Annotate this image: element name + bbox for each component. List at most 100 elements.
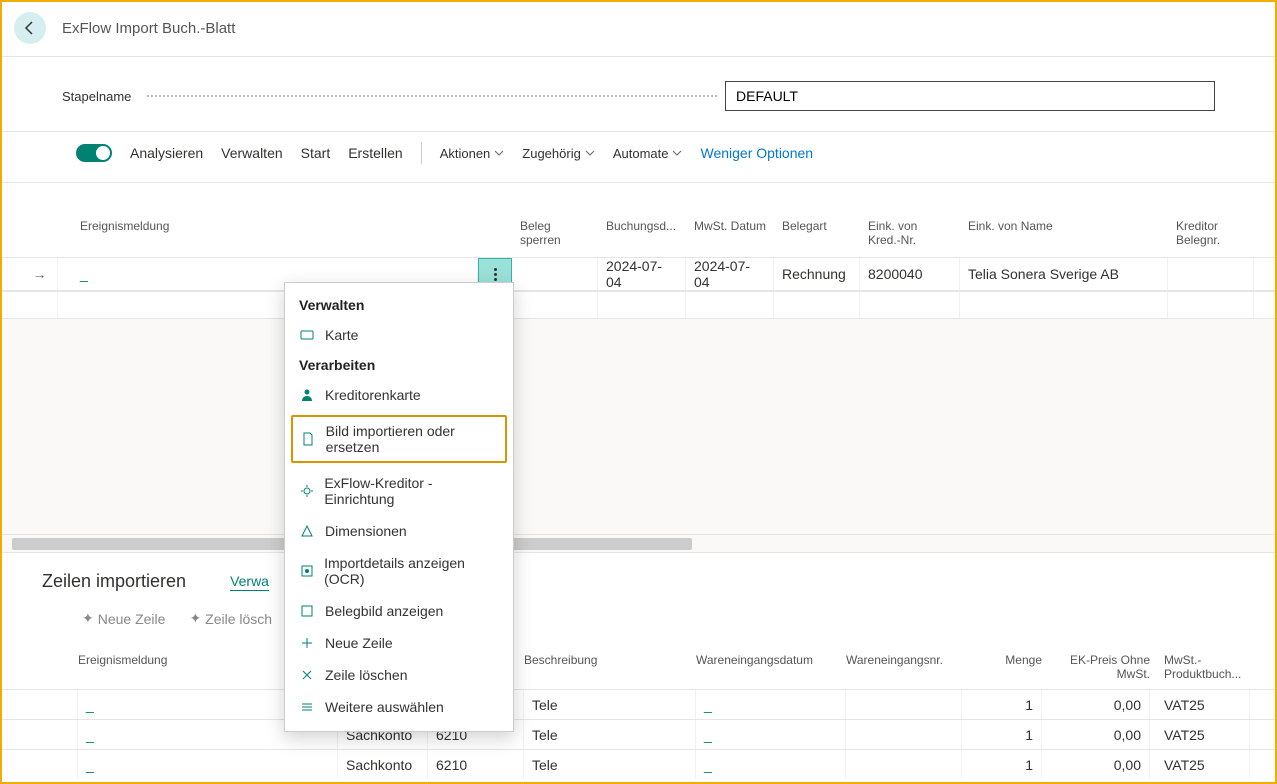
delete-line-button[interactable]: ✦ Zeile lösch <box>189 610 272 627</box>
line-type-cell[interactable]: Sachkonto <box>338 750 428 779</box>
document-icon <box>301 431 316 447</box>
line-qty-cell[interactable]: 1 <box>962 750 1042 779</box>
vendor-name-header[interactable]: Eink. von Name <box>960 215 1168 257</box>
fewer-options-link[interactable]: Weniger Optionen <box>700 145 813 161</box>
menu-import-image[interactable]: Bild importieren oder ersetzen <box>291 415 507 463</box>
menu-new-line[interactable]: Neue Zeile <box>285 627 513 659</box>
line-cost-header[interactable]: EK-Preis Ohne MwSt. <box>1042 653 1150 681</box>
gear-icon <box>299 483 314 499</box>
new-line-button[interactable]: ✦ Neue Zeile <box>82 610 165 627</box>
page-title: ExFlow Import Buch.-Blatt <box>62 20 235 37</box>
line-desc-cell[interactable]: Tele <box>524 690 696 719</box>
analyze-label[interactable]: Analysieren <box>130 145 203 161</box>
person-icon <box>299 387 315 403</box>
delete-line-icon: ✦ <box>189 610 201 627</box>
block-cell[interactable] <box>512 258 598 290</box>
card-icon <box>299 327 315 343</box>
vendor-no-header[interactable]: Eink. von Kred.-Nr. <box>860 215 960 257</box>
posting-cell[interactable]: 2024-07-04 <box>598 258 686 290</box>
table-row[interactable]: → _ 2024-07-04 2024-07-04 Rechnung 82000… <box>2 257 1275 291</box>
line-recd-cell[interactable]: _ <box>696 690 846 719</box>
line-recno-cell[interactable] <box>846 750 962 779</box>
posting-header[interactable]: Buchungsd... <box>598 215 686 257</box>
empty-row <box>2 291 1275 319</box>
analyze-toggle[interactable] <box>76 144 112 162</box>
new-line-icon <box>299 635 315 651</box>
manage-link[interactable]: Verwa <box>230 573 269 591</box>
line-recd-cell[interactable]: _ <box>696 750 846 779</box>
chevron-down-icon <box>672 148 682 158</box>
grid-empty-area <box>2 319 1275 535</box>
vendor-doc-cell[interactable] <box>1168 258 1254 290</box>
line-qty-cell[interactable]: 1 <box>962 690 1042 719</box>
line-vat-cell[interactable]: VAT25 <box>1150 720 1250 749</box>
line-vat-cell[interactable]: VAT25 <box>1150 750 1250 779</box>
ocr-icon <box>299 563 314 579</box>
line-qty-header[interactable]: Menge <box>962 653 1042 681</box>
vat-date-header[interactable]: MwSt. Datum <box>686 215 774 257</box>
block-header[interactable]: Beleg sperren <box>512 215 598 257</box>
dimensions-icon <box>299 523 315 539</box>
menu-delete-line[interactable]: Zeile löschen <box>285 659 513 691</box>
menu-select-more[interactable]: Weitere auswählen <box>285 691 513 723</box>
menu-dimensions[interactable]: Dimensionen <box>285 515 513 547</box>
line-cost-cell[interactable]: 0,00 <box>1042 690 1150 719</box>
line-no-cell[interactable]: 6210 <box>428 750 524 779</box>
vendor-doc-header[interactable]: Kreditor Belegnr. <box>1168 215 1254 257</box>
doctype-cell[interactable]: Rechnung <box>774 258 860 290</box>
line-vat-cell[interactable]: VAT25 <box>1150 690 1250 719</box>
horizontal-scrollbar[interactable] <box>2 535 1275 553</box>
menu-header-process: Verarbeiten <box>285 351 513 379</box>
menu-exflow-vendor[interactable]: ExFlow-Kreditor - Einrichtung <box>285 467 513 515</box>
actions-dropdown[interactable]: Aktionen <box>440 146 505 161</box>
separator <box>421 142 422 164</box>
arrow-left-icon <box>22 20 38 36</box>
line-desc-header[interactable]: Beschreibung <box>524 653 696 681</box>
line-desc-cell[interactable]: Tele <box>524 720 696 749</box>
new-line-icon: ✦ <box>82 610 94 627</box>
import-lines-title: Zeilen importieren <box>42 571 186 592</box>
line-qty-cell[interactable]: 1 <box>962 720 1042 749</box>
menu-header-manage: Verwalten <box>285 291 513 319</box>
manage-button[interactable]: Verwalten <box>221 145 282 161</box>
back-button[interactable] <box>14 12 46 44</box>
line-row[interactable]: _ Tele _ 1 0,00 VAT25 <box>2 689 1275 719</box>
batch-name-label: Stapelname <box>62 89 131 104</box>
row-selector[interactable]: → <box>22 258 58 290</box>
line-recno-cell[interactable] <box>846 690 962 719</box>
vat-date-cell[interactable]: 2024-07-04 <box>686 258 774 290</box>
line-recno-cell[interactable] <box>846 720 962 749</box>
chevron-down-icon <box>494 148 504 158</box>
dotted-separator <box>147 95 717 97</box>
line-event-cell[interactable]: _ <box>78 750 338 779</box>
related-dropdown[interactable]: Zugehörig <box>522 146 595 161</box>
create-button[interactable]: Erstellen <box>348 145 402 161</box>
menu-card[interactable]: Karte <box>285 319 513 351</box>
line-row[interactable]: _ Sachkonto 6210 Tele _ 1 0,00 VAT25 <box>2 749 1275 779</box>
line-receipt-date-header[interactable]: Wareneingangsdatum <box>696 653 846 681</box>
doctype-header[interactable]: Belegart <box>774 215 860 257</box>
menu-doc-image[interactable]: Belegbild anzeigen <box>285 595 513 627</box>
start-button[interactable]: Start <box>301 145 331 161</box>
list-icon <box>299 699 315 715</box>
delete-icon <box>299 667 315 683</box>
line-recd-cell[interactable]: _ <box>696 720 846 749</box>
menu-ocr[interactable]: Importdetails anzeigen (OCR) <box>285 547 513 595</box>
event-header[interactable]: Ereignismeldung <box>58 215 478 257</box>
automate-dropdown[interactable]: Automate <box>613 146 683 161</box>
menu-vendor-card[interactable]: Kreditorenkarte <box>285 379 513 411</box>
line-receipt-no-header[interactable]: Wareneingangsnr. <box>846 653 962 681</box>
chevron-down-icon <box>585 148 595 158</box>
line-cost-cell[interactable]: 0,00 <box>1042 720 1150 749</box>
vendor-name-cell[interactable]: Telia Sonera Sverige AB <box>960 258 1168 290</box>
vendor-no-cell[interactable]: 8200040 <box>860 258 960 290</box>
image-icon <box>299 603 315 619</box>
line-desc-cell[interactable]: Tele <box>524 750 696 779</box>
line-vat-header[interactable]: MwSt.-Produktbuch... <box>1150 653 1250 681</box>
line-row[interactable]: _ Sachkonto 6210 Tele _ 1 0,00 VAT25 <box>2 719 1275 749</box>
more-header <box>478 215 512 257</box>
row-context-menu: Verwalten Karte Verarbeiten Kreditorenka… <box>284 282 514 732</box>
row-selector-header <box>22 215 58 257</box>
line-cost-cell[interactable]: 0,00 <box>1042 750 1150 779</box>
batch-name-input[interactable] <box>725 81 1215 111</box>
